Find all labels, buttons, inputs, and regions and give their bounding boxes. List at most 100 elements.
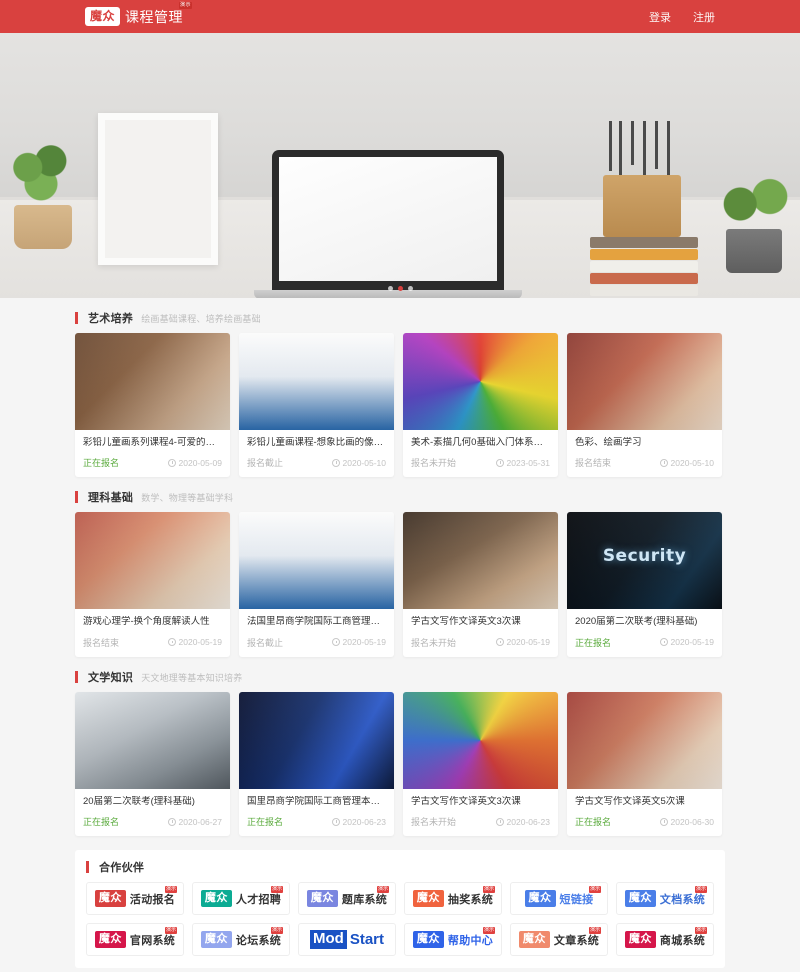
course-card[interactable]: 国里昂商学院国际工商管理本科招生项... 正在报名 2020-06-23 [239, 691, 394, 837]
nav-link-register[interactable]: 注册 [693, 9, 715, 25]
course-meta: 报名截止 2020-05-10 [247, 456, 386, 469]
course-thumbnail[interactable] [403, 512, 558, 610]
course-thumbnail[interactable] [239, 512, 394, 610]
partner-logo[interactable]: 魔众 论坛系统 演示 [192, 923, 290, 957]
clock-icon [495, 638, 504, 647]
course-status-badge: 报名未开始 [411, 458, 457, 469]
course-card[interactable]: 彩铅儿童画课程-想象比画的像更有益报名截止 2020-05-10 [239, 333, 394, 478]
partner-demo-tag: 演示 [482, 927, 495, 935]
thumbnail-overlay [75, 691, 230, 789]
course-card[interactable]: 美术-素描几何0基础入门体系课程 报名未开始 2023-05-31 [403, 333, 558, 478]
course-title[interactable]: 20届第二次联考(理科基础) [83, 796, 222, 808]
course-thumbnail[interactable] [567, 691, 722, 789]
course-title[interactable]: 学古文写作文译英文3次课 [411, 616, 550, 628]
course-card[interactable]: Security 2020届第二次联考(理科基础) 正在报名 2020-05-19 [567, 512, 722, 657]
course-meta: 正在报名 2020-05-09 [83, 456, 222, 469]
course-meta: 正在报名 2020-06-27 [83, 815, 222, 828]
section-header: 艺术培养 绘画基础课程、培养绘画基础 [75, 310, 725, 333]
course-card[interactable]: 学古文写作文译英文5次课 正在报名 2020-06-30 [567, 691, 722, 837]
nav-link-login[interactable]: 登录 [649, 9, 671, 25]
course-section: 文学知识 天文地理等基本知识培养 20届第二次联考(理科基础) 正在报名 2020-06… [75, 669, 725, 837]
course-thumbnail[interactable]: Security [567, 512, 722, 610]
thumbnail-overlay [75, 512, 230, 610]
course-thumbnail[interactable] [403, 691, 558, 789]
hero-pot-right [726, 229, 782, 273]
course-thumbnail[interactable] [75, 691, 230, 789]
course-thumbnail[interactable] [75, 333, 230, 430]
partner-logo[interactable]: 魔众 短链接 演示 [510, 882, 608, 916]
course-card[interactable]: 20届第二次联考(理科基础) 正在报名 2020-06-27 [75, 691, 230, 837]
thumbnail-overlay [239, 691, 394, 789]
partner-demo-tag: 演示 [588, 927, 601, 935]
course-card[interactable]: 学古文写作文译英文3次课 报名未开始 2020-05-19 [403, 512, 558, 657]
course-meta: 报名结束 2020-05-19 [83, 636, 222, 649]
course-title[interactable]: 学古文写作文译英文5次课 [575, 796, 714, 808]
course-card-body: 20届第二次联考(理科基础) 正在报名 2020-06-27 [75, 789, 230, 836]
hero-pencil-cup [603, 175, 681, 237]
hero-plant-right [718, 173, 792, 235]
partner-logo[interactable]: 魔众 文档系统 演示 [616, 882, 714, 916]
course-card[interactable]: 彩铅儿童画系列课程4-可爱的玩具 正在报名 2020-05-09 [75, 333, 230, 478]
partner-demo-tag: 演示 [376, 886, 389, 894]
hero-dot-1[interactable] [387, 286, 393, 291]
course-title[interactable]: 彩铅儿童画课程-想象比画的像更有益 [247, 437, 386, 449]
course-date: 2020-05-19 [331, 637, 386, 647]
partner-logo[interactable]: 魔众 商城系统 演示 [616, 923, 714, 957]
course-title[interactable]: 美术-素描几何0基础入门体系课程 [411, 437, 550, 449]
course-status-badge: 报名截止 [247, 458, 284, 469]
course-thumbnail[interactable] [239, 333, 394, 430]
hero-dot-2[interactable] [397, 286, 403, 291]
partner-logo[interactable]: 魔众 题库系统 演示 [298, 882, 396, 916]
course-title[interactable]: 游戏心理学-换个角度解读人性 [83, 616, 222, 628]
course-thumbnail[interactable] [75, 512, 230, 610]
thumbnail-overlay [567, 333, 722, 430]
partner-logo[interactable]: 魔众 活动报名 演示 [86, 882, 184, 916]
course-date-text: 2020-06-30 [670, 816, 714, 827]
course-thumbnail[interactable] [403, 333, 558, 430]
course-section: 理科基础 数学、物理等基础学科 游戏心理学-换个角度解读人性 报名结束 2020-05-… [75, 489, 725, 657]
clock-icon [331, 817, 340, 826]
course-date: 2020-05-19 [167, 637, 222, 648]
partner-demo-tag: 演示 [270, 927, 283, 935]
thumbnail-overlay [239, 512, 394, 610]
course-title[interactable]: 色彩、绘画学习 [575, 437, 714, 449]
partner-badge: 魔众 [624, 890, 656, 907]
course-title[interactable]: 彩铅儿童画系列课程4-可爱的玩具 [83, 437, 222, 449]
brand-logo[interactable]: 魔众 课程管理 演示 [85, 1, 193, 27]
partner-demo-tag: 演示 [270, 886, 283, 894]
partner-badge: 魔众 [94, 890, 126, 907]
course-thumbnail[interactable] [239, 691, 394, 789]
partner-logo[interactable]: 魔众 文章系统 演示 [510, 923, 608, 957]
partner-logo[interactable]: Mod Start [298, 923, 396, 957]
course-title[interactable]: 法国里昂商学院国际工商管理本科招生... [247, 616, 386, 628]
hero-banner[interactable] [0, 33, 800, 298]
partner-logo[interactable]: 魔众 官网系统 演示 [86, 923, 184, 957]
hero-dot-3[interactable] [407, 286, 413, 291]
partner-logo[interactable]: 魔众 帮助中心 演示 [404, 923, 502, 957]
brand-demo-tag: 演示 [179, 1, 193, 9]
brand-name: 课程管理 演示 [125, 1, 193, 27]
course-date-text: 2020-06-27 [178, 816, 222, 827]
partner-logo[interactable]: 魔众 人才招聘 演示 [192, 882, 290, 916]
course-card[interactable]: 色彩、绘画学习 报名结束 2020-05-10 [567, 333, 722, 478]
hero-laptop-base [254, 290, 522, 298]
section-header: 理科基础 数学、物理等基础学科 [75, 489, 725, 512]
course-title[interactable]: 国里昂商学院国际工商管理本科招生项... [247, 796, 386, 808]
course-card[interactable]: 游戏心理学-换个角度解读人性 报名结束 2020-05-19 [75, 512, 230, 657]
partner-logo[interactable]: 魔众 抽奖系统 演示 [404, 882, 502, 916]
partner-demo-tag: 演示 [164, 886, 177, 894]
partner-demo-tag: 演示 [694, 886, 707, 894]
section-accent-bar [75, 491, 78, 504]
course-sections: 艺术培养 绘画基础课程、培养绘画基础 彩铅儿童画系列课程4-可爱的玩具 正在报名 202… [75, 310, 725, 837]
partner-badge: 魔众 [624, 931, 656, 948]
course-title[interactable]: 学古文写作文译英文3次课 [411, 796, 550, 808]
course-date-text: 2020-05-19 [178, 637, 222, 648]
course-meta: 报名未开始 2020-06-23 [411, 815, 550, 828]
hero-carousel-dots[interactable] [0, 286, 800, 291]
course-card[interactable]: 法国里昂商学院国际工商管理本科招生... 报名截止 2020-05-19 [239, 512, 394, 657]
course-card[interactable]: 学古文写作文译英文3次课 报名未开始 2020-06-23 [403, 691, 558, 837]
course-date-text: 2020-05-09 [178, 457, 222, 468]
clock-icon [331, 458, 340, 467]
course-thumbnail[interactable] [567, 333, 722, 430]
course-title[interactable]: 2020届第二次联考(理科基础) [575, 616, 714, 628]
